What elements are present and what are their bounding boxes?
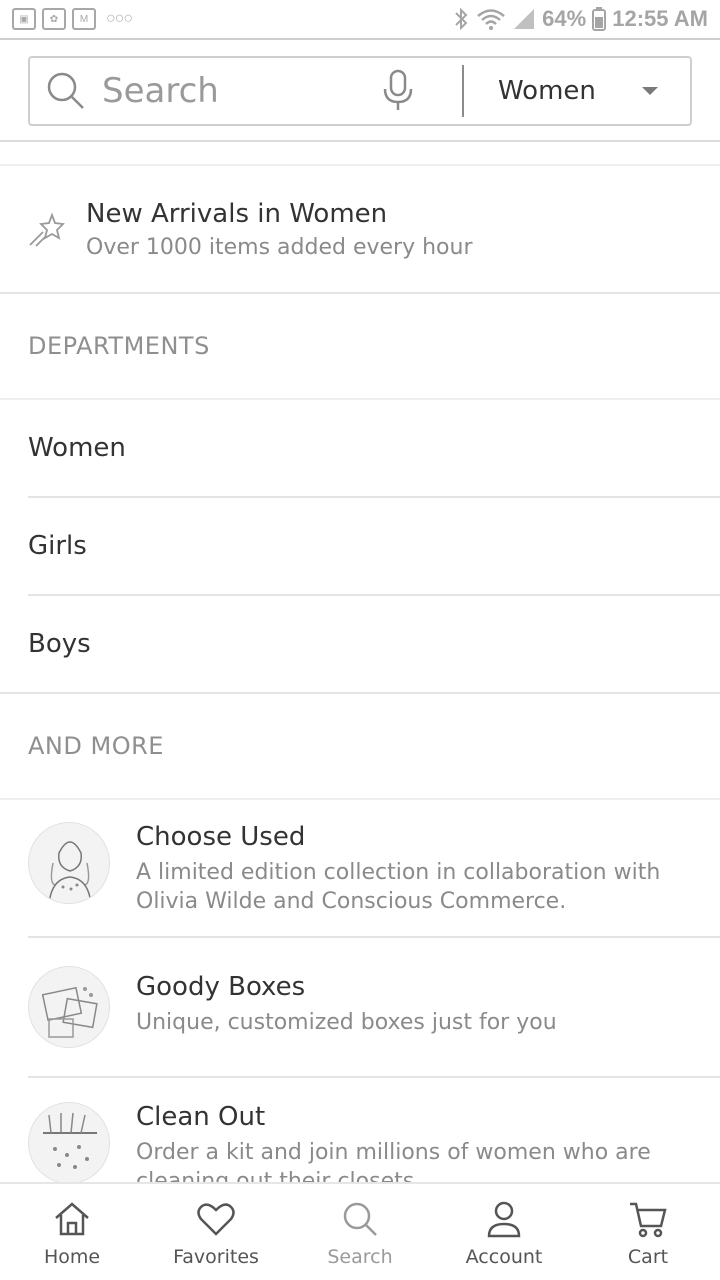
department-item-women[interactable]: Women (28, 400, 720, 498)
cart-icon (630, 1202, 667, 1238)
top-spacer (0, 142, 720, 166)
search-divider (462, 65, 464, 117)
department-selector[interactable]: Women (498, 76, 618, 106)
new-arrivals-subtitle: Over 1000 items added every hour (86, 234, 473, 260)
nav-account[interactable]: Account (432, 1184, 576, 1280)
microphone-icon[interactable] (378, 69, 418, 113)
more-item-choose-used[interactable]: Choose Used A limited edition collection… (28, 800, 720, 938)
more-item-description: A limited edition collection in collabor… (136, 860, 661, 914)
search-header: Search Women (0, 40, 720, 142)
bluetooth-icon (455, 7, 468, 31)
department-menu: New Arrivals in Women Over 1000 items ad… (0, 142, 720, 1182)
search-icon (343, 1202, 377, 1236)
signal-icon (514, 9, 535, 29)
department-item-girls[interactable]: Girls (28, 498, 720, 596)
nav-favorites[interactable]: Favorites (144, 1184, 288, 1280)
search-icon (47, 72, 84, 109)
shooting-star-icon (29, 212, 65, 247)
battery-percent: 64% (542, 6, 587, 31)
wifi-icon (477, 9, 505, 30)
search-bar[interactable]: Search Women (28, 56, 692, 126)
chevron-down-icon[interactable] (642, 87, 658, 95)
more-item-title: Clean Out (136, 1102, 266, 1132)
nav-label: Home (43, 1246, 101, 1268)
new-arrivals-link[interactable]: New Arrivals in Women Over 1000 items ad… (0, 166, 720, 294)
gmail-notification-icon: M (72, 8, 96, 30)
departments-header: DEPARTMENTS (0, 294, 720, 400)
nav-label: Favorites (173, 1246, 259, 1268)
status-bar: ▣ ✿ M ○○○ 64% 12:55 AM (0, 0, 720, 40)
nav-cart[interactable]: Cart (576, 1184, 720, 1280)
more-notifications-icon: ○○○ (106, 10, 133, 27)
bottom-navigation: Home Favorites Search Account Cart (0, 1182, 720, 1280)
nav-home[interactable]: Home (0, 1184, 144, 1280)
home-icon (55, 1202, 89, 1236)
more-item-title: Goody Boxes (136, 972, 306, 1002)
more-item-title: Choose Used (136, 822, 306, 852)
heart-icon (197, 1203, 235, 1236)
nav-label: Account (465, 1246, 543, 1268)
department-label: Boys (28, 629, 91, 659)
more-item-goody-boxes[interactable]: Goody Boxes Unique, customized boxes jus… (28, 938, 720, 1078)
nav-label: Cart (627, 1246, 669, 1268)
person-icon (487, 1201, 521, 1238)
system-status: 64% 12:55 AM (452, 6, 708, 32)
search-input[interactable]: Search (102, 71, 358, 111)
choose-used-thumbnail (28, 822, 110, 904)
battery-icon (592, 7, 607, 31)
department-label: Women (28, 433, 126, 463)
and-more-header: AND MORE (0, 694, 720, 800)
nav-label: Search (327, 1246, 393, 1268)
notification-icons: ▣ ✿ M ○○○ (12, 8, 133, 30)
photo-notification-icon: ▣ (12, 8, 36, 30)
more-item-description: Unique, customized boxes just for you (136, 1010, 557, 1035)
clean-out-thumbnail (28, 1102, 110, 1182)
nav-search[interactable]: Search (288, 1184, 432, 1280)
department-item-boys[interactable]: Boys (0, 596, 720, 694)
flower-notification-icon: ✿ (42, 8, 66, 30)
new-arrivals-title: New Arrivals in Women (86, 198, 388, 229)
clock: 12:55 AM (612, 6, 708, 31)
more-item-description: Order a kit and join millions of women w… (136, 1140, 651, 1182)
goody-boxes-thumbnail (28, 966, 110, 1048)
department-label: Girls (28, 531, 87, 561)
more-item-clean-out[interactable]: Clean Out Order a kit and join millions … (28, 1078, 720, 1182)
